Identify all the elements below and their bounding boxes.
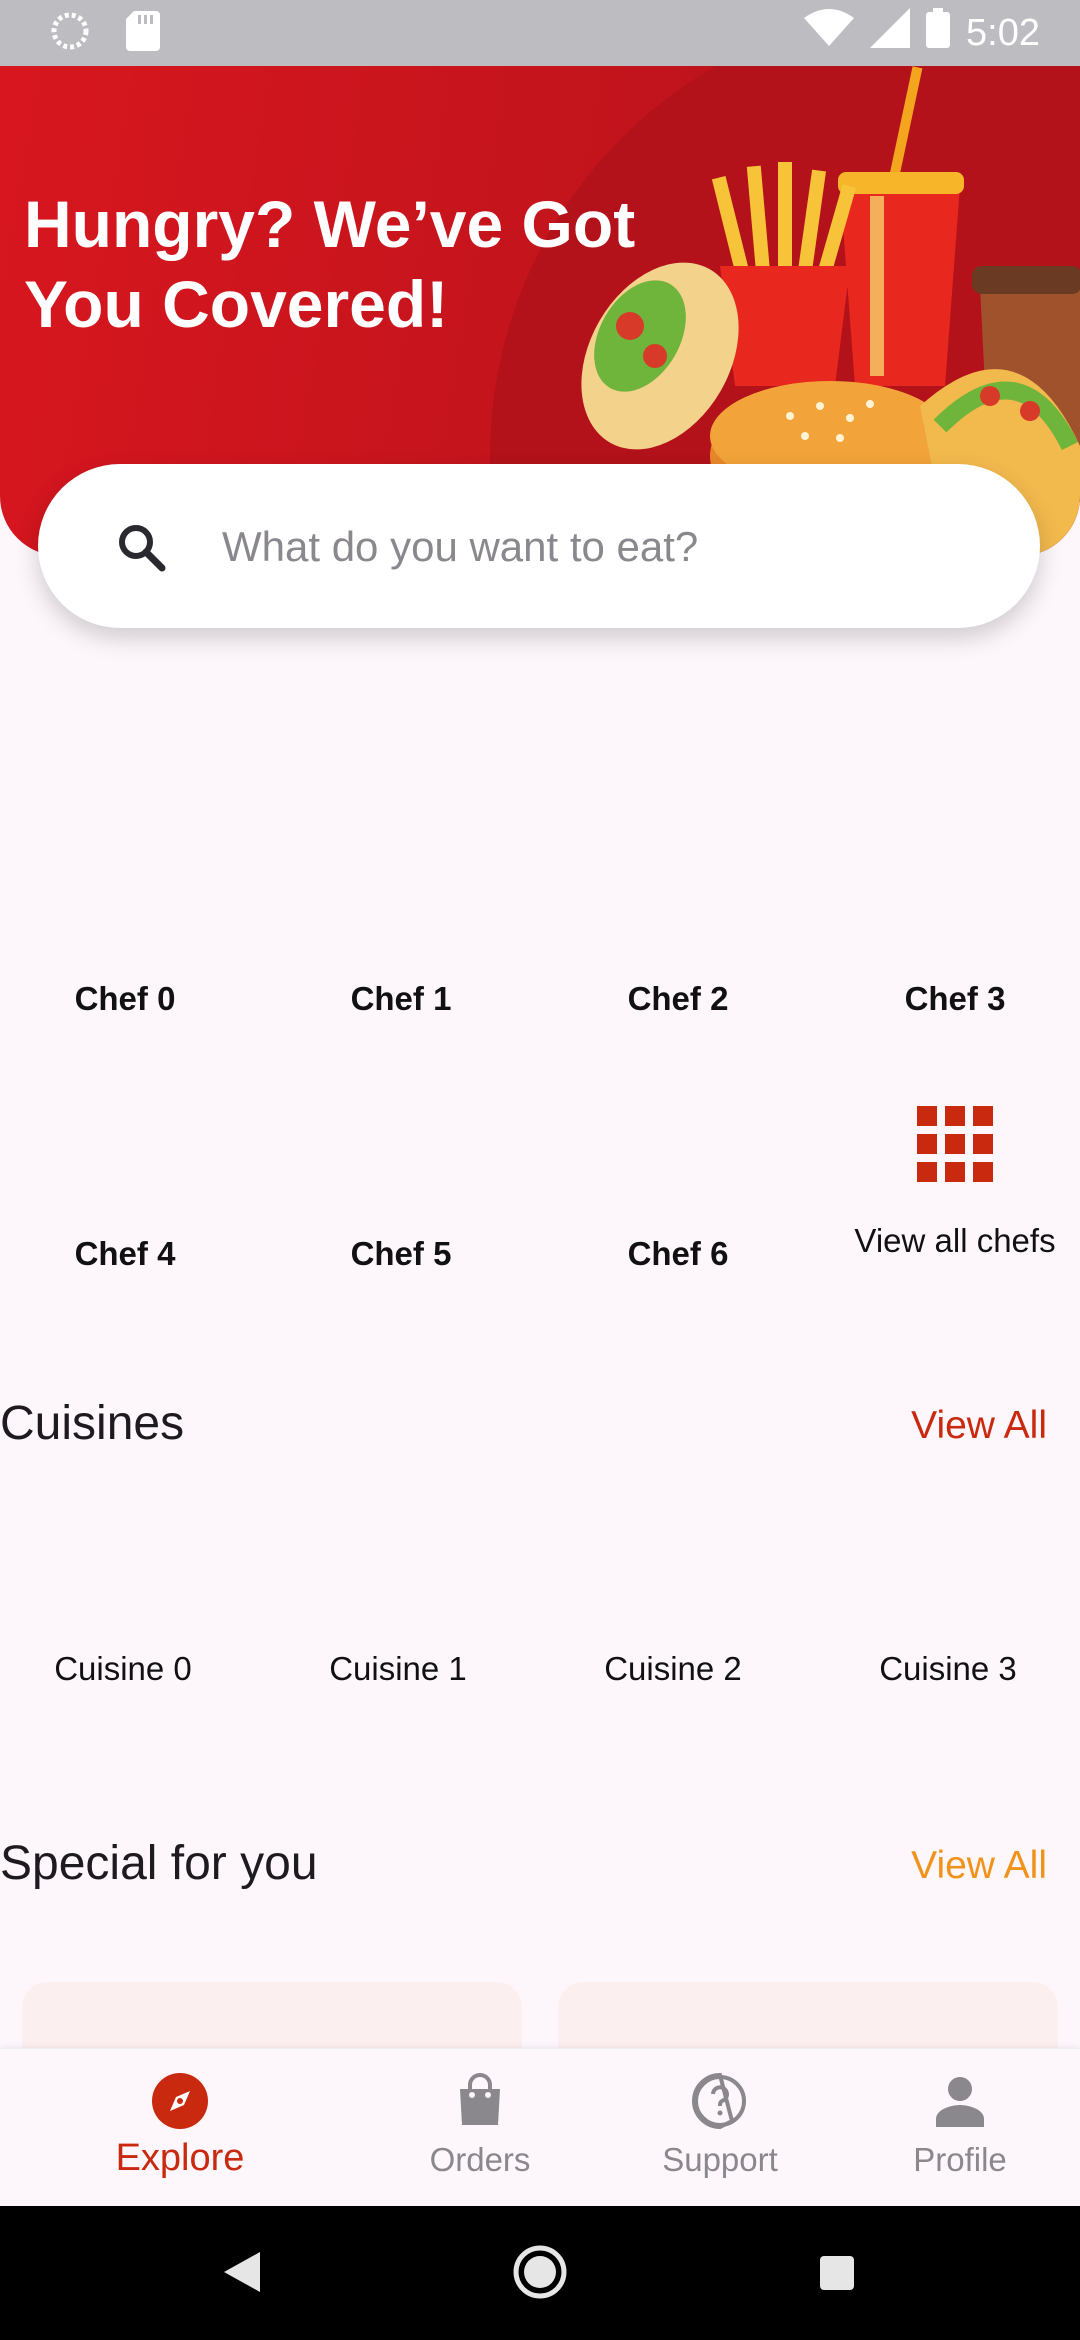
system-navigation-bar (0, 2206, 1080, 2340)
chef-item[interactable]: Chef 4 (0, 1235, 260, 1273)
home-icon[interactable] (512, 2244, 568, 2305)
clock: 5:02 (966, 11, 1040, 54)
chef-item[interactable]: Chef 2 (543, 980, 813, 1018)
special-title: Special for you (0, 1837, 318, 1890)
search-bar[interactable] (38, 464, 1040, 628)
nav-profile[interactable]: Profile (840, 2049, 1080, 2207)
shopping-bag-icon (452, 2073, 508, 2129)
nav-explore[interactable]: Explore (60, 2049, 300, 2207)
recents-icon[interactable] (818, 2254, 856, 2297)
chef-item[interactable]: Chef 5 (266, 1235, 536, 1273)
chef-item[interactable]: Chef 0 (0, 980, 260, 1018)
nav-support[interactable]: Support (600, 2049, 840, 2207)
help-icon (692, 2072, 748, 2130)
special-view-all-link[interactable]: View All (911, 1844, 1047, 1888)
person-icon (932, 2073, 988, 2129)
nav-label: Profile (913, 2141, 1007, 2178)
battery-icon (926, 8, 951, 58)
compass-icon (152, 2073, 208, 2129)
sd-card-icon (126, 10, 160, 56)
bottom-navigation: Explore Orders Support Profile (0, 2048, 1080, 2207)
cuisine-item[interactable]: Cuisine 0 (0, 1650, 258, 1688)
nav-label: Explore (115, 2137, 245, 2179)
view-all-chefs-label: View all chefs (854, 1222, 1056, 1259)
search-icon (116, 522, 166, 577)
chef-item[interactable]: Chef 6 (543, 1235, 813, 1273)
loading-icon (50, 11, 90, 56)
cuisines-view-all-link[interactable]: View All (911, 1404, 1047, 1448)
status-bar: 5:02 (0, 0, 1080, 66)
nav-label: Support (662, 2141, 778, 2178)
nav-label: Orders (429, 2141, 531, 2178)
grid-icon (917, 1106, 993, 1182)
wifi-icon (804, 8, 855, 58)
search-input[interactable] (220, 506, 984, 588)
cuisine-item[interactable]: Cuisine 3 (813, 1650, 1080, 1688)
chef-item[interactable]: Chef 3 (820, 980, 1080, 1018)
chef-item[interactable]: Chef 1 (266, 980, 536, 1018)
back-icon[interactable] (222, 2250, 262, 2299)
cuisines-title: Cuisines (0, 1397, 185, 1450)
cuisine-item[interactable]: Cuisine 1 (263, 1650, 533, 1688)
signal-icon (870, 8, 911, 58)
cuisine-item[interactable]: Cuisine 2 (538, 1650, 808, 1688)
nav-orders[interactable]: Orders (360, 2049, 600, 2207)
